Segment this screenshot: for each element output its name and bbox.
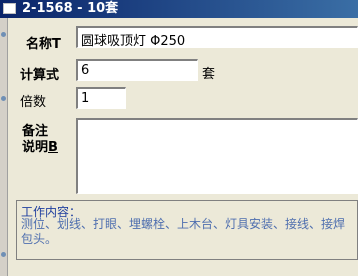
edge-dot-icon: [1, 96, 6, 101]
work-content-box: 工作内容： 测位、划线、打眼、埋螺栓、上木台、灯具安装、接线、接焊包头。: [16, 200, 358, 260]
name-label: 名称T: [26, 37, 61, 52]
work-content-text: 测位、划线、打眼、埋螺栓、上木台、灯具安装、接线、接焊包头。: [21, 217, 346, 246]
window-icon: [3, 3, 16, 14]
remark-label: 备注 说明B: [22, 124, 58, 155]
formula-unit: 套: [202, 67, 216, 82]
remark-textarea[interactable]: [76, 118, 358, 194]
formula-field[interactable]: 6: [76, 59, 198, 81]
left-edge-strip: [0, 18, 8, 276]
window-title: 2-1568 - 10套: [22, 1, 119, 16]
multiplier-label: 倍数: [20, 95, 47, 110]
formula-label: 计算式: [20, 68, 60, 83]
edge-dot-icon: [1, 32, 6, 37]
edge-dot-icon: [1, 252, 6, 257]
title-bar[interactable]: 2-1568 - 10套: [0, 0, 358, 18]
name-field[interactable]: 圆球吸顶灯 Φ250: [76, 26, 358, 48]
multiplier-field[interactable]: 1: [76, 87, 126, 109]
